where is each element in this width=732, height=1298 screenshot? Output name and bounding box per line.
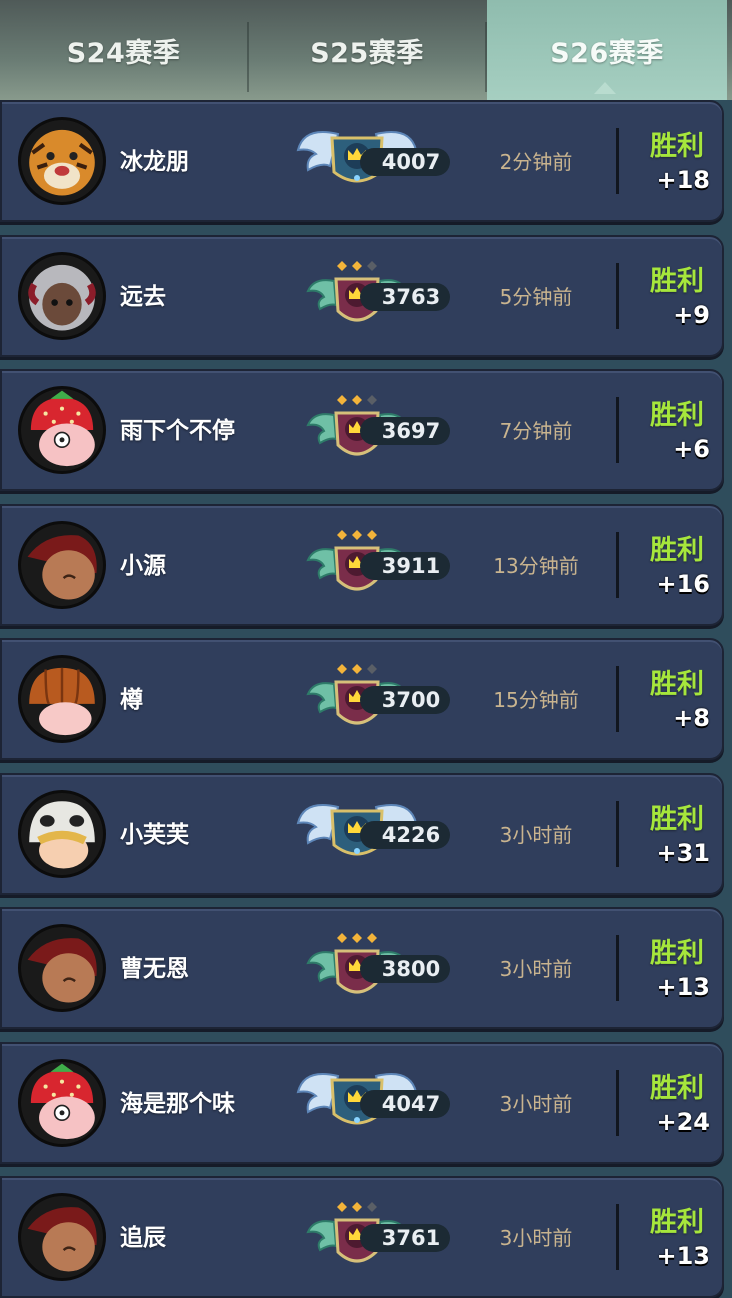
- match-result: 胜利: [650, 266, 704, 297]
- rank-score: 3800: [381, 957, 441, 981]
- match-row[interactable]: 海是那个味 4047 3小时前 胜利 +24: [0, 1042, 724, 1164]
- goat-girl-avatar[interactable]: [18, 252, 106, 340]
- score-change: +9: [673, 301, 710, 329]
- match-time: 15分钟前: [493, 688, 579, 712]
- match-row[interactable]: 冰龙朋 4007 2分钟前 胜利 +18: [0, 100, 724, 222]
- match-row[interactable]: 远去 3763 5分钟前 胜利 +9: [0, 235, 724, 357]
- match-time: 3小时前: [499, 823, 573, 847]
- pumpkin-avatar[interactable]: [18, 655, 106, 743]
- divider: [616, 1070, 619, 1136]
- bald-avatar[interactable]: [18, 924, 106, 1012]
- player-name: 海是那个味: [120, 1091, 235, 1117]
- tab-s24[interactable]: S24赛季: [0, 0, 247, 100]
- player-name: 追辰: [120, 1225, 166, 1251]
- divider: [616, 1204, 619, 1270]
- score-change: +8: [673, 704, 710, 732]
- divider: [616, 397, 619, 463]
- player-name: 曹无恩: [120, 956, 189, 982]
- player-name: 远去: [120, 284, 166, 310]
- divider: [616, 128, 619, 194]
- rank-score: 4007: [381, 150, 441, 174]
- strawberry-avatar[interactable]: [18, 386, 106, 474]
- match-time: 2分钟前: [499, 150, 573, 174]
- selected-tab-pointer-icon: [594, 82, 616, 94]
- player-name: 小芙芙: [120, 822, 189, 848]
- match-result: 胜利: [650, 1207, 704, 1238]
- match-result: 胜利: [650, 400, 704, 431]
- divider: [616, 532, 619, 598]
- match-result: 胜利: [650, 535, 704, 566]
- match-row[interactable]: 小源 3911 13分钟前 胜利 +16: [0, 504, 724, 626]
- rank-score: 4047: [381, 1092, 441, 1116]
- divider: [616, 666, 619, 732]
- rank-score: 3763: [381, 285, 441, 309]
- match-time: 3小时前: [499, 1092, 573, 1116]
- match-result: 胜利: [650, 669, 704, 700]
- match-result: 胜利: [650, 131, 704, 162]
- match-time: 3小时前: [499, 1226, 573, 1250]
- player-name: 樽: [120, 687, 143, 713]
- divider: [616, 801, 619, 867]
- rank-score: 4226: [381, 823, 441, 847]
- match-result: 胜利: [650, 804, 704, 835]
- match-row[interactable]: 小芙芙 4226 3小时前 胜利 +31: [0, 773, 724, 895]
- match-time: 7分钟前: [499, 419, 573, 443]
- tab-s25[interactable]: S25赛季: [249, 0, 485, 100]
- match-row[interactable]: 雨下个不停 3697 7分钟前 胜利 +6: [0, 369, 724, 491]
- tiger-avatar[interactable]: [18, 117, 106, 205]
- score-change: +16: [656, 570, 710, 598]
- player-name: 小源: [120, 553, 166, 579]
- rank-score: 3911: [381, 554, 441, 578]
- score-change: +13: [656, 973, 710, 1001]
- strawberry-avatar[interactable]: [18, 1059, 106, 1147]
- rank-score: 3697: [381, 419, 441, 443]
- match-row[interactable]: 曹无恩 3800 3小时前 胜利 +13: [0, 907, 724, 1029]
- divider: [616, 263, 619, 329]
- player-name: 雨下个不停: [120, 418, 235, 444]
- player-name: 冰龙朋: [120, 149, 189, 175]
- match-time: 5分钟前: [499, 285, 573, 309]
- score-change: +13: [656, 1242, 710, 1270]
- season-tab-bar: S24赛季 S25赛季 S26赛季: [0, 0, 732, 100]
- match-time: 3小时前: [499, 957, 573, 981]
- match-time: 13分钟前: [493, 554, 579, 578]
- divider: [616, 935, 619, 1001]
- bald-avatar[interactable]: [18, 521, 106, 609]
- score-change: +6: [673, 435, 710, 463]
- rank-score: 3761: [381, 1226, 441, 1250]
- bald-avatar[interactable]: [18, 1193, 106, 1281]
- score-change: +24: [656, 1108, 710, 1136]
- rank-score: 3700: [381, 688, 441, 712]
- match-result: 胜利: [650, 938, 704, 969]
- score-change: +18: [656, 166, 710, 194]
- score-change: +31: [656, 839, 710, 867]
- match-row[interactable]: 樽 3700 15分钟前 胜利 +8: [0, 638, 724, 760]
- panda-hood-avatar[interactable]: [18, 790, 106, 878]
- match-result: 胜利: [650, 1073, 704, 1104]
